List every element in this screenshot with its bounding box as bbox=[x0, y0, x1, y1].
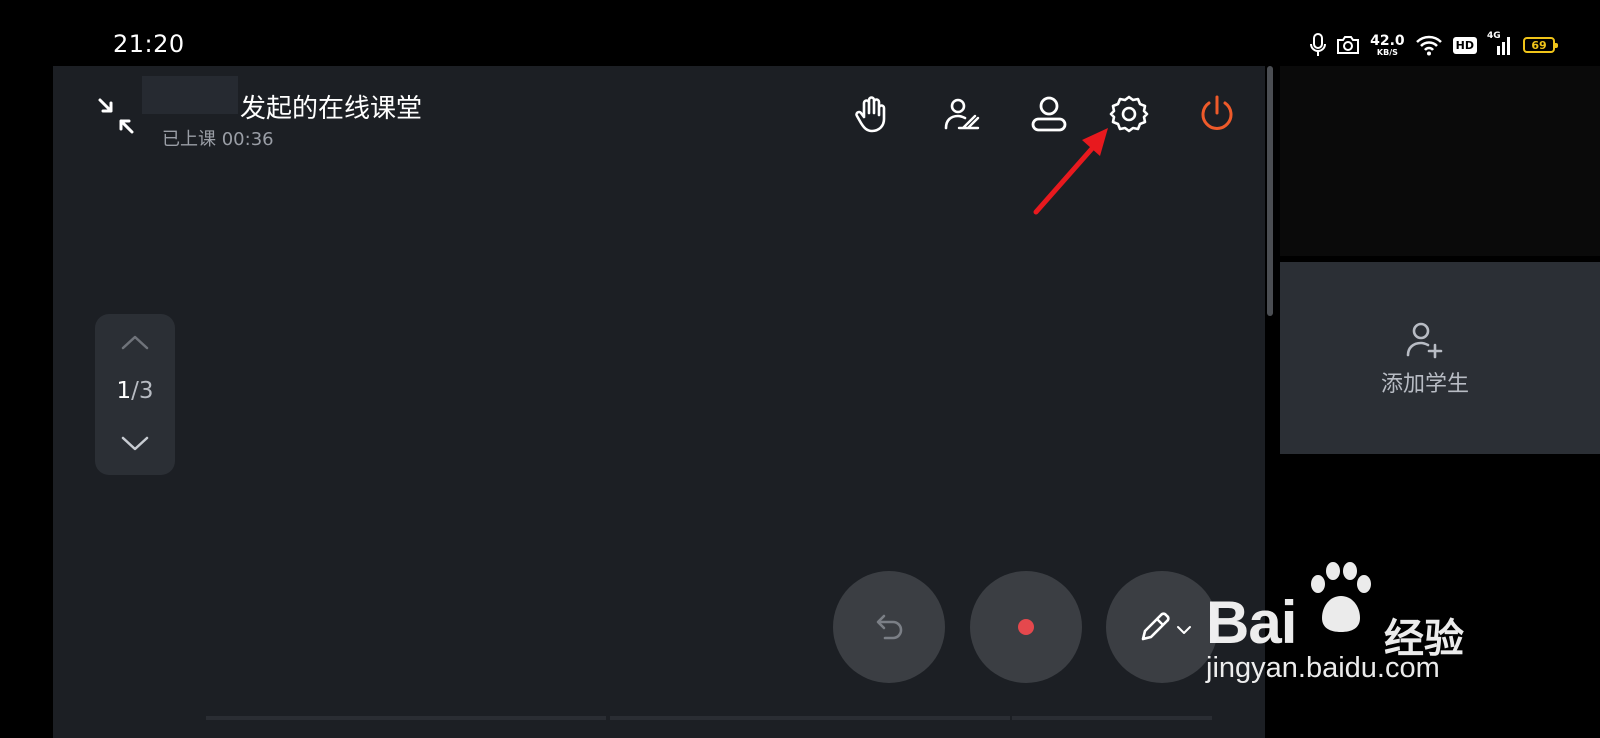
status-time: 21:20 bbox=[113, 30, 185, 58]
undo-icon bbox=[876, 614, 903, 640]
camera-icon bbox=[1336, 35, 1360, 55]
add-user-icon bbox=[1406, 322, 1443, 359]
page-down-button[interactable] bbox=[119, 432, 151, 456]
bottom-divider bbox=[610, 716, 1010, 720]
pen-tool-button[interactable] bbox=[1106, 571, 1218, 683]
scrollbar[interactable] bbox=[1267, 66, 1273, 316]
class-duration: 已上课 00:36 bbox=[162, 129, 274, 150]
add-student-label: 添加学生 bbox=[1380, 372, 1469, 397]
page-navigator: 1/3 bbox=[95, 314, 175, 475]
hd-icon: HD bbox=[1452, 36, 1477, 54]
record-icon bbox=[1018, 619, 1034, 635]
settings-icon bbox=[1109, 94, 1149, 138]
power-icon bbox=[1197, 94, 1237, 138]
chevron-down-icon bbox=[121, 436, 149, 451]
page-indicator: 1/3 bbox=[116, 378, 154, 404]
battery-icon: 69 bbox=[1523, 37, 1558, 53]
paw-logo-icon bbox=[1311, 562, 1371, 632]
bottom-divider bbox=[206, 716, 606, 720]
record-button[interactable] bbox=[970, 571, 1082, 683]
member-manage-icon bbox=[941, 94, 981, 138]
undo-button[interactable] bbox=[833, 571, 945, 683]
wifi-icon bbox=[1415, 34, 1443, 56]
classroom-screen: 21:20 42.0 KB/S HD 4G 69 发起的在线课堂 已上课 00:… bbox=[0, 0, 1600, 738]
signal-label: 4G bbox=[1487, 31, 1501, 41]
add-student-button[interactable]: 添加学生 bbox=[1280, 262, 1600, 454]
video-tile[interactable] bbox=[1280, 66, 1600, 256]
raise-hand-button[interactable] bbox=[842, 86, 902, 146]
bottom-divider bbox=[1012, 716, 1212, 720]
watermark-jingyan: 经验 bbox=[1384, 616, 1464, 662]
whiteboard-area[interactable] bbox=[53, 66, 1265, 738]
microphone-icon bbox=[1310, 33, 1327, 57]
member-manage-button[interactable] bbox=[931, 86, 991, 146]
page-up-button[interactable] bbox=[119, 330, 151, 354]
pen-icon bbox=[1141, 612, 1170, 641]
settings-button[interactable] bbox=[1099, 86, 1159, 146]
page-title: 发起的在线课堂 bbox=[240, 94, 423, 124]
user-icon bbox=[1029, 94, 1069, 138]
chevron-down-icon bbox=[1177, 626, 1191, 634]
chevron-up-icon bbox=[121, 335, 149, 350]
raise-hand-icon bbox=[852, 94, 892, 138]
redacted-name bbox=[142, 76, 238, 114]
status-icons: 42.0 KB/S HD 4G 69 bbox=[1310, 30, 1558, 60]
net-speed: 42.0 KB/S bbox=[1370, 32, 1405, 57]
exit-fullscreen-icon[interactable] bbox=[96, 96, 136, 136]
cell-signal-icon: 4G bbox=[1487, 31, 1513, 56]
user-button[interactable] bbox=[1019, 86, 1079, 146]
end-class-button[interactable] bbox=[1187, 86, 1247, 146]
status-bar: 21:20 42.0 KB/S HD 4G 69 bbox=[0, 0, 1600, 66]
